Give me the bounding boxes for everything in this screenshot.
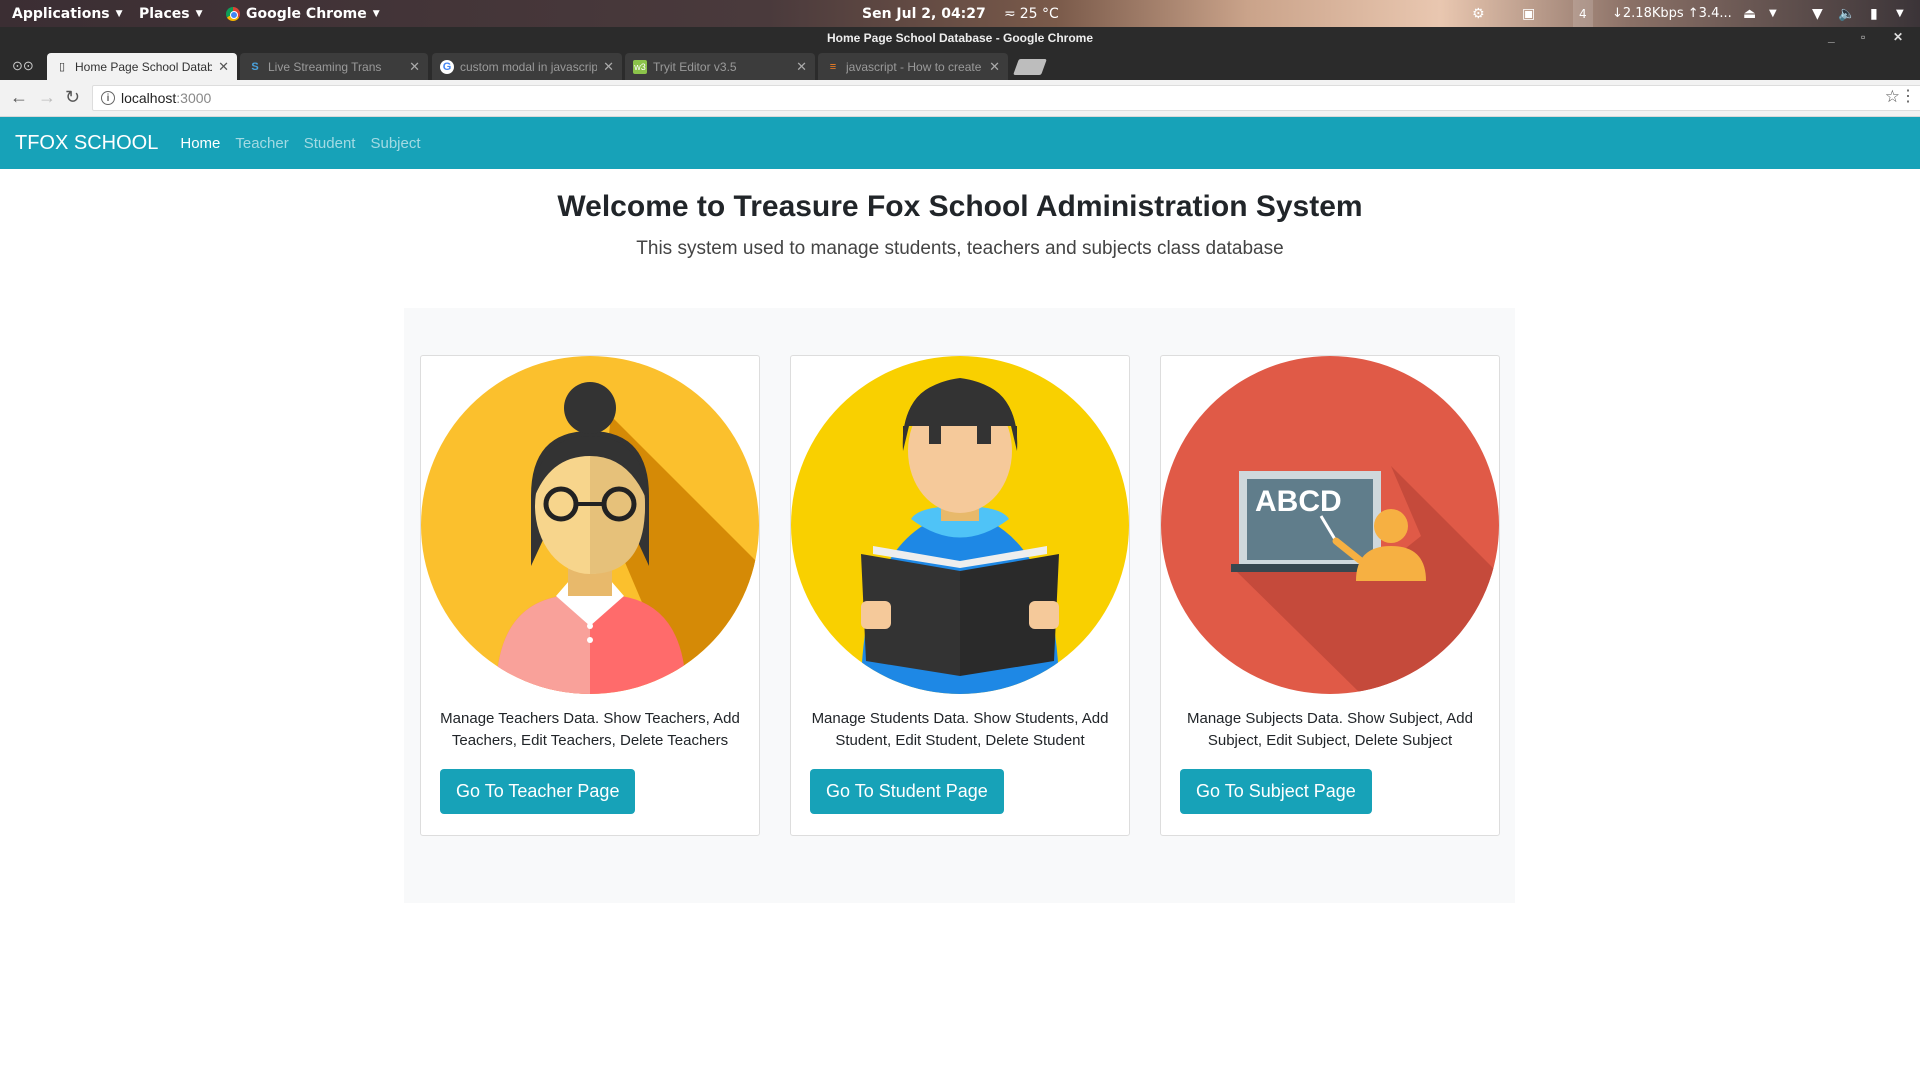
window-titlebar: Home Page School Database - Google Chrom… <box>0 27 1920 50</box>
nav-link-student[interactable]: Student <box>304 135 356 152</box>
close-tab-icon[interactable]: ✕ <box>218 59 229 75</box>
more-menu-icon[interactable]: ⋮ <box>1900 86 1916 106</box>
caret-down-icon: ▼ <box>115 8 123 19</box>
brand-logo[interactable]: TFOX SCHOOL <box>15 132 158 155</box>
address-bar[interactable]: i localhost:3000 <box>92 85 1920 111</box>
jumbotron: Manage Teachers Data. Show Teachers, Add… <box>404 308 1515 903</box>
network-speed[interactable]: ↓2.18Kbps ↑3.4... <box>1612 0 1732 27</box>
new-tab-button[interactable] <box>1013 59 1047 75</box>
forward-arrow-icon[interactable]: → <box>38 87 56 108</box>
s-logo-icon: S <box>251 60 259 73</box>
browser-tab[interactable]: w3 Tryit Editor v3.5 ✕ <box>625 53 815 80</box>
close-tab-icon[interactable]: ✕ <box>989 59 1000 75</box>
nav-link-teacher[interactable]: Teacher <box>235 135 288 152</box>
page-subtitle: This system used to manage students, tea… <box>636 238 1284 259</box>
volume-icon[interactable]: 🔈 <box>1838 0 1855 27</box>
workspace-indicator[interactable]: 4 <box>1573 0 1593 27</box>
board-text: ABCD <box>1255 485 1342 518</box>
go-to-teacher-button[interactable]: Go To Teacher Page <box>440 769 636 814</box>
app-navbar: TFOX SCHOOL Home Teacher Student Subject <box>0 117 1920 169</box>
battery-icon[interactable]: ▮ <box>1870 0 1878 27</box>
close-tab-icon[interactable]: ✕ <box>409 59 420 75</box>
active-app-menu[interactable]: Google Chrome ▼ <box>226 0 380 27</box>
w3-icon: w3 <box>633 59 647 74</box>
subject-card: ABCD Manage Subjects Data. Show Subject,… <box>1160 355 1500 836</box>
tab-label: Home Page School Database <box>75 59 213 74</box>
nav-link-home[interactable]: Home <box>180 135 220 152</box>
teacher-illustration <box>421 356 759 694</box>
caret-down-icon: ▼ <box>1896 8 1904 19</box>
weather-indicator[interactable]: ≂ 25 °C <box>1004 0 1059 27</box>
browser-toolbar: ← → ↻ i localhost:3000 ☆ ⋮ <box>0 80 1920 117</box>
close-window-icon[interactable]: ✕ <box>1893 30 1903 44</box>
nav-link-subject[interactable]: Subject <box>370 135 420 152</box>
caret-down-icon: ▼ <box>195 8 203 19</box>
card-description: Manage Subjects Data. Show Subject, Add … <box>1186 710 1473 749</box>
address-host: localhost <box>121 90 177 106</box>
page-icon: ▯ <box>58 61 66 73</box>
applications-menu[interactable]: Applications ▼ <box>12 0 123 27</box>
places-label: Places <box>139 5 190 22</box>
student-illustration <box>791 356 1129 694</box>
cpu-monitor-icon[interactable]: ▣ <box>1522 0 1535 27</box>
window-title: Home Page School Database - Google Chrom… <box>826 31 1094 45</box>
temperature-label: 25 °C <box>1019 5 1059 22</box>
address-port: :3000 <box>176 90 212 106</box>
close-tab-icon[interactable]: ✕ <box>796 59 807 75</box>
browser-tab[interactable]: ▯ Home Page School Database ✕ <box>47 53 237 80</box>
student-card: Manage Students Data. Show Students, Add… <box>790 355 1130 836</box>
info-icon[interactable]: i <box>101 91 115 105</box>
browser-tab[interactable]: ≡ javascript - How to create ✕ <box>818 53 1008 80</box>
card-description: Manage Teachers Data. Show Teachers, Add… <box>440 710 740 749</box>
caret-down-icon: ▼ <box>1769 8 1777 19</box>
caret-down-icon: ▼ <box>372 8 380 19</box>
close-tab-icon[interactable]: ✕ <box>603 59 614 75</box>
incognito-icon: ⊙⊙ <box>12 58 34 73</box>
wifi-icon[interactable]: ▼ <box>1812 0 1823 27</box>
maximize-icon[interactable]: ▫ <box>1861 30 1865 44</box>
browser-tab[interactable]: G custom modal in javascript ✕ <box>432 53 622 80</box>
tab-strip: ⊙⊙ ▯ Home Page School Database ✕ S Live … <box>0 50 1920 80</box>
teacher-card: Manage Teachers Data. Show Teachers, Add… <box>420 355 760 836</box>
tab-label: Live Streaming Trans <box>268 59 382 74</box>
tab-label: javascript - How to create <box>846 59 982 74</box>
google-icon: G <box>440 59 454 74</box>
settings-cog-icon[interactable]: ⚙ <box>1472 0 1485 27</box>
places-menu[interactable]: Places ▼ <box>139 0 203 27</box>
stackoverflow-icon: ≡ <box>829 60 837 73</box>
back-arrow-icon[interactable]: ← <box>10 87 28 108</box>
bookmark-star-icon[interactable]: ☆ <box>1885 87 1900 107</box>
go-to-subject-button[interactable]: Go To Subject Page <box>1180 769 1372 814</box>
clock[interactable]: Sen Jul 2, 04:27 <box>862 0 986 27</box>
tab-label: Tryit Editor v3.5 <box>653 59 737 74</box>
active-app-label: Google Chrome <box>246 5 367 22</box>
minimize-icon[interactable]: _ <box>1828 30 1835 44</box>
card-description: Manage Students Data. Show Students, Add… <box>811 710 1109 749</box>
eject-icon[interactable]: ⏏ <box>1743 0 1756 27</box>
applications-label: Applications <box>12 5 110 22</box>
go-to-student-button[interactable]: Go To Student Page <box>810 769 1004 814</box>
reload-icon[interactable]: ↻ <box>65 87 80 108</box>
chrome-icon <box>226 6 240 21</box>
browser-tab[interactable]: S Live Streaming Trans ✕ <box>240 53 428 80</box>
tab-label: custom modal in javascript <box>460 59 598 74</box>
weather-icon: ≂ <box>1004 5 1016 22</box>
page-title: Welcome to Treasure Fox School Administr… <box>557 190 1363 223</box>
system-top-bar: Applications ▼ Places ▼ Google Chrome ▼ Sen… <box>0 0 1920 27</box>
subject-illustration: ABCD <box>1161 356 1499 694</box>
